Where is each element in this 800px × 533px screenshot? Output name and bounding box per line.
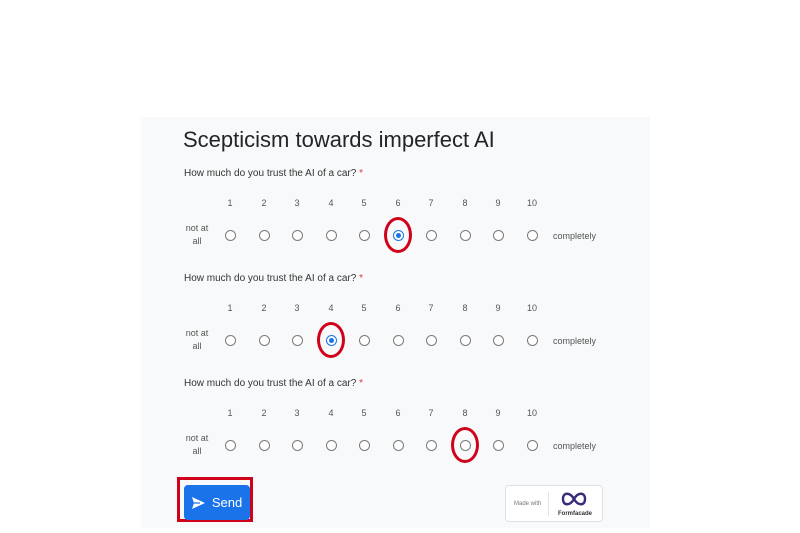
scale-number: 8 bbox=[462, 303, 468, 313]
radio-option[interactable] bbox=[392, 439, 404, 451]
radio-option-selected[interactable] bbox=[325, 334, 337, 346]
scale-high-label: completely bbox=[553, 336, 597, 346]
radio-option[interactable] bbox=[325, 439, 337, 451]
scale-high-label: completely bbox=[553, 441, 597, 451]
radio-option[interactable] bbox=[392, 334, 404, 346]
scale-number: 3 bbox=[294, 303, 300, 313]
radio-option[interactable] bbox=[258, 229, 270, 241]
scale-number: 10 bbox=[526, 408, 537, 418]
made-with-label: Made with bbox=[514, 501, 542, 507]
send-button[interactable]: Send bbox=[184, 485, 250, 520]
scale-number: 7 bbox=[428, 303, 434, 313]
scale-low-label: not at all bbox=[185, 433, 209, 456]
radio-option[interactable] bbox=[291, 334, 303, 346]
formfacade-logo-icon bbox=[561, 492, 587, 506]
form-title: Scepticism towards imperfect AI bbox=[183, 127, 495, 152]
scale-number: 10 bbox=[526, 198, 537, 208]
question-text: How much do you trust the AI of a car? * bbox=[184, 168, 363, 179]
question-label: How much do you trust the AI of a car? bbox=[184, 273, 357, 284]
radio-option[interactable] bbox=[526, 229, 538, 241]
made-with-badge[interactable]: Made with Formfacade bbox=[505, 485, 603, 522]
scale-number: 3 bbox=[294, 408, 300, 418]
scale-number: 7 bbox=[428, 408, 434, 418]
radio-option[interactable] bbox=[492, 334, 504, 346]
radio-option[interactable] bbox=[358, 439, 370, 451]
radio-option[interactable] bbox=[526, 334, 538, 346]
badge-divider bbox=[548, 492, 549, 516]
radio-option[interactable] bbox=[358, 334, 370, 346]
scale-low-label: not at all bbox=[185, 223, 209, 246]
scale-number: 9 bbox=[495, 303, 501, 313]
radio-option-selected[interactable] bbox=[392, 229, 404, 241]
scale-number: 9 bbox=[495, 408, 501, 418]
scale-number: 2 bbox=[261, 303, 267, 313]
scale-number: 4 bbox=[328, 303, 334, 313]
scale-number: 6 bbox=[395, 408, 401, 418]
scale-high-label: completely bbox=[553, 231, 597, 241]
required-marker: * bbox=[359, 273, 363, 284]
question-text: How much do you trust the AI of a car? * bbox=[184, 378, 363, 389]
scale-number: 8 bbox=[462, 408, 468, 418]
scale-number: 10 bbox=[526, 303, 537, 313]
radio-option[interactable] bbox=[358, 229, 370, 241]
radio-option[interactable] bbox=[425, 229, 437, 241]
scale-number: 2 bbox=[261, 408, 267, 418]
scale-number: 4 bbox=[328, 408, 334, 418]
radio-option[interactable] bbox=[258, 439, 270, 451]
radio-option[interactable] bbox=[224, 229, 236, 241]
radio-option[interactable] bbox=[224, 439, 236, 451]
radio-option[interactable] bbox=[459, 439, 471, 451]
required-marker: * bbox=[359, 378, 363, 389]
radio-option[interactable] bbox=[526, 439, 538, 451]
scale-number: 9 bbox=[495, 198, 501, 208]
radio-option[interactable] bbox=[425, 334, 437, 346]
radio-option[interactable] bbox=[291, 229, 303, 241]
scale-number: 8 bbox=[462, 198, 468, 208]
send-button-label: Send bbox=[211, 495, 243, 510]
question-text: How much do you trust the AI of a car? * bbox=[184, 273, 363, 284]
scale-number: 3 bbox=[294, 198, 300, 208]
scale-number: 1 bbox=[227, 303, 233, 313]
scale-number: 1 bbox=[227, 198, 233, 208]
scale-number: 6 bbox=[395, 198, 401, 208]
formfacade-brand-label: Formfacade bbox=[557, 511, 592, 517]
radio-option[interactable] bbox=[492, 229, 504, 241]
question-label: How much do you trust the AI of a car? bbox=[184, 168, 357, 179]
radio-option[interactable] bbox=[224, 334, 236, 346]
radio-option[interactable] bbox=[492, 439, 504, 451]
radio-option[interactable] bbox=[291, 439, 303, 451]
scale-number: 4 bbox=[328, 198, 334, 208]
radio-option[interactable] bbox=[425, 439, 437, 451]
scale-number: 1 bbox=[227, 408, 233, 418]
question-3: How much do you trust the AI of a car? *… bbox=[0, 0, 800, 463]
scale-number: 2 bbox=[261, 198, 267, 208]
scale-low-label: not at all bbox=[185, 328, 209, 351]
question-label: How much do you trust the AI of a car? bbox=[184, 378, 357, 389]
radio-option[interactable] bbox=[459, 229, 471, 241]
send-icon bbox=[191, 496, 205, 509]
scale-number: 5 bbox=[361, 408, 367, 418]
scale-number: 6 bbox=[395, 303, 401, 313]
radio-option[interactable] bbox=[325, 229, 337, 241]
required-marker: * bbox=[359, 168, 363, 179]
radio-option[interactable] bbox=[459, 334, 471, 346]
scale-number: 5 bbox=[361, 198, 367, 208]
radio-option[interactable] bbox=[258, 334, 270, 346]
scale-number: 7 bbox=[428, 198, 434, 208]
scale-number: 5 bbox=[361, 303, 367, 313]
